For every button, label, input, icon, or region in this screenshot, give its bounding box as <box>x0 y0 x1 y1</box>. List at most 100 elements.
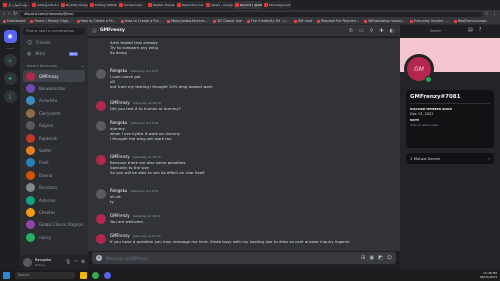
reload-icon[interactable]: ↻ <box>13 11 17 17</box>
extensions-icon[interactable]: ⋮ <box>492 11 497 17</box>
bookmark-item[interactable]: 3D Classic exe <box>213 19 242 23</box>
dm-list-item[interactable]: Bossborn <box>23 182 85 194</box>
bookmark-label: Dashboard <box>7 19 26 23</box>
dm-list-item[interactable]: nancy <box>23 231 85 243</box>
avatar[interactable] <box>96 214 106 224</box>
bookmark-favicon-icon <box>166 19 170 23</box>
sidebar-item-nitro[interactable]: ◍ Nitro NEW <box>23 48 85 59</box>
bookmark-item[interactable]: The Creativity Kit - L... <box>246 19 289 23</box>
avatar[interactable] <box>96 189 106 199</box>
browser-tab[interactable]: Floorbegoinchain <box>263 1 291 9</box>
dm-list-item[interactable]: Beowamutan <box>23 82 85 94</box>
add-friends-to-dm-icon[interactable]: ✚ <box>379 28 383 34</box>
forward-icon[interactable]: › <box>8 11 10 17</box>
discord-home-icon[interactable]: ◉ <box>3 30 17 43</box>
file-explorer-icon[interactable] <box>80 272 87 279</box>
dm-name: Asterion <box>39 197 56 203</box>
avatar[interactable] <box>96 155 106 165</box>
microphone-icon[interactable]: 🎙 <box>65 260 71 265</box>
dm-list-item[interactable]: Acewhite <box>23 95 85 107</box>
inbox-icon[interactable]: ▤ <box>468 27 473 33</box>
back-icon[interactable]: ‹ <box>3 11 5 17</box>
upload-plus-icon[interactable]: + <box>96 255 102 261</box>
bookmark-item[interactable]: Home | Money Orga... <box>30 19 72 23</box>
bookmark-item[interactable]: RealFormLounge... <box>453 19 489 23</box>
bookmark-item[interactable]: How to Create a Fre... <box>120 19 162 23</box>
dm-list-item[interactable]: Cheetos <box>23 206 85 218</box>
message-input[interactable] <box>106 255 358 261</box>
bookmark-item[interactable]: Withdrawing money... <box>364 19 405 23</box>
avatar[interactable] <box>23 258 32 267</box>
taskbar-search-input[interactable]: Search <box>15 272 75 279</box>
mutual-servers-button[interactable]: 1 Mutual Server › <box>406 153 494 164</box>
message-author[interactable]: GMFrenzy <box>110 100 130 105</box>
dm-search-input[interactable]: Find or start a conversation <box>23 28 85 35</box>
browser-tab[interactable]: Buddify Chopping... <box>60 1 88 9</box>
note-input[interactable]: Click to add a note <box>410 123 490 127</box>
avatar[interactable] <box>96 101 106 111</box>
dm-list-item[interactable]: Donna <box>23 169 85 181</box>
dm-list-item[interactable]: Rapterak <box>23 132 85 144</box>
download-apps-icon[interactable]: ↓ <box>3 90 17 103</box>
bookmark-item[interactable]: How to Create a Fa... <box>76 19 116 23</box>
browser-tab[interactable]: Discord | @GMFr... <box>234 1 262 9</box>
bookmark-item[interactable]: Request For Paymen... <box>317 19 359 23</box>
browser-tab[interactable]: albers - Google Se... <box>205 1 233 9</box>
sidebar-item-friends[interactable]: ☺ Friends <box>23 37 85 48</box>
dm-list-item[interactable]: Asterion <box>23 194 85 206</box>
discord-app-icon[interactable] <box>104 272 111 279</box>
bookmark-item[interactable]: Dashboard <box>3 19 25 23</box>
settings-gear-icon[interactable]: ⚙ <box>81 260 85 265</box>
explore-servers-icon[interactable]: ✦ <box>3 72 17 85</box>
windows-start-icon[interactable] <box>3 272 10 279</box>
bookmark-item[interactable]: Gift card <box>293 19 312 23</box>
message-author[interactable]: GMFrenzy <box>110 213 130 218</box>
dm-list-item[interactable]: Cierysanth <box>23 107 85 119</box>
browser-tab[interactable]: Editing TAWADE Gr... <box>89 1 117 9</box>
chrome-icon[interactable] <box>92 272 99 279</box>
avatar[interactable] <box>96 234 106 244</box>
star-icon[interactable]: ☆ <box>485 11 489 17</box>
sticker-icon[interactable]: ◩ <box>378 255 383 261</box>
browser-tab[interactable]: Resolution Center <box>176 1 204 9</box>
dm-list-item[interactable]: Frost <box>23 157 85 169</box>
avatar[interactable] <box>96 121 106 131</box>
message-author[interactable]: Rengoku <box>110 120 127 125</box>
tab-favicon-icon <box>148 3 152 7</box>
dm-name: Frost <box>39 160 49 166</box>
browser-tab[interactable]: Screenmatic <box>118 1 146 9</box>
avatar[interactable] <box>96 69 106 79</box>
help-icon[interactable]: ? <box>479 27 482 33</box>
headphones-icon[interactable]: ◠ <box>74 260 78 265</box>
online-status-icon <box>425 76 432 83</box>
user-profile-icon[interactable]: ◐ <box>390 28 394 34</box>
dm-list-item[interactable]: GMFrenzy <box>23 70 85 83</box>
gift-icon[interactable]: ⊞ <box>361 255 365 261</box>
pinned-messages-icon[interactable]: ⚲ <box>370 28 374 34</box>
message-author[interactable]: Rengoku <box>110 68 127 73</box>
message-timestamp: Yesterday at 16:27 <box>130 69 159 73</box>
header-search-input[interactable]: Search <box>428 28 464 34</box>
emoji-icon[interactable]: ☺ <box>387 255 392 261</box>
browser-tab[interactable]: Adding IOS & Prof... <box>31 1 59 9</box>
dm-list-item[interactable]: Global Classic Ragnar... <box>23 219 85 231</box>
bookmark-item[interactable]: https://www.tvrecon... <box>166 19 208 23</box>
message-timestamp: Yesterday at 16:30 <box>132 101 161 105</box>
voice-call-icon[interactable]: ✆ <box>349 28 353 34</box>
browser-tab[interactable]: بوابة الموارد ال... <box>2 1 30 9</box>
bookmark-label: How to Create a Fa... <box>80 19 116 23</box>
message-author[interactable]: Rengoku <box>110 188 127 193</box>
dm-list-item[interactable]: Sadler <box>23 144 85 156</box>
message-author[interactable]: GMFrenzy <box>110 154 130 159</box>
video-call-icon[interactable]: ▭ <box>359 28 364 34</box>
browser-tab[interactable]: PayPal: Transaction... <box>147 1 175 9</box>
avatar <box>26 183 35 193</box>
system-clock[interactable]: 10:48 PM 08/02/2023 <box>480 271 497 279</box>
bookmark-item[interactable]: Everyday Income -... <box>409 19 449 23</box>
gif-icon[interactable]: ▣ <box>369 255 374 261</box>
message-author[interactable]: GMFrenzy <box>110 233 130 238</box>
add-server-icon[interactable]: + <box>3 54 17 67</box>
dm-list-item[interactable]: Ragnar <box>23 120 85 132</box>
create-dm-button[interactable]: + <box>81 64 84 68</box>
url-field[interactable]: discord.com/channels/@me/ <box>20 11 482 17</box>
